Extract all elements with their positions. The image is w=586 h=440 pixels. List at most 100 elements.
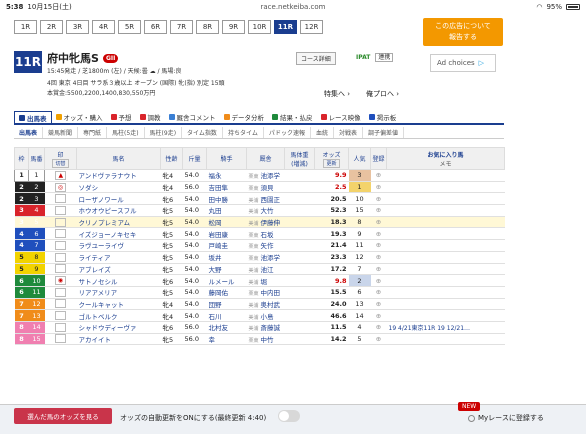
sub-nav-item[interactable]: 馬柱(5走) xyxy=(107,127,145,138)
horse-name[interactable]: アカイイト xyxy=(76,333,161,346)
race-tab-5r[interactable]: 5R xyxy=(118,20,141,34)
mark-select[interactable] xyxy=(55,299,66,309)
register-cell[interactable]: ⊕ xyxy=(370,169,387,182)
memo-cell[interactable] xyxy=(386,251,505,264)
memo-cell[interactable] xyxy=(386,298,505,311)
mark-select[interactable] xyxy=(55,322,66,332)
mark-cell[interactable]: ◉ xyxy=(44,274,77,287)
mark-select[interactable] xyxy=(55,311,66,321)
mark-select[interactable] xyxy=(55,264,66,274)
favorite-add-icon[interactable]: ⊕ xyxy=(376,230,381,238)
my-race-register[interactable]: Myレースに登録する xyxy=(468,413,544,423)
favorite-add-icon[interactable]: ⊕ xyxy=(376,218,381,226)
trainer-name[interactable]: 池江 xyxy=(261,266,274,274)
feature-link[interactable]: 特集へ › xyxy=(324,89,350,99)
main-nav-item[interactable]: レース映像 xyxy=(317,111,365,123)
horse-name[interactable]: ホウオウピースフル xyxy=(76,204,161,217)
trainer-name[interactable]: 奥村武 xyxy=(261,301,281,309)
register-cell[interactable]: ⊕ xyxy=(370,181,387,194)
register-cell[interactable]: ⊕ xyxy=(370,298,387,311)
sub-nav-item[interactable]: 出馬表 xyxy=(14,127,44,138)
mark-cell[interactable] xyxy=(44,286,77,299)
register-cell[interactable]: ⊕ xyxy=(370,333,387,346)
trainer-name[interactable]: 大竹 xyxy=(261,207,274,215)
jockey-name[interactable]: 吉田隼 xyxy=(206,181,247,194)
memo-cell[interactable] xyxy=(386,181,505,194)
memo-cell[interactable] xyxy=(386,169,505,182)
horse-name[interactable]: ソダシ xyxy=(76,181,161,194)
ad-choices[interactable]: Ad choices ▷ xyxy=(430,54,496,72)
table-row[interactable]: 4 6 イズジョーノキセキ 牝5 54.0 岩田康 栗東 石坂 19.3 9 ⊕ xyxy=(14,227,505,241)
jockey-name[interactable]: 丸田 xyxy=(206,204,247,217)
trainer-name[interactable]: 伊藤伸 xyxy=(261,219,281,227)
mark-toggle-button[interactable]: 切替 xyxy=(52,158,69,168)
table-row[interactable]: 8 14 シャドウディーヴァ 牝6 56.0 北村友 美浦 斎藤誠 11.5 4 ⊕ 19 4/21東… xyxy=(14,321,505,334)
table-row[interactable]: 3 5 クリノプレミアム 牝5 54.0 松岡 美浦 伊藤伸 18.3 8 ⊕ xyxy=(14,216,505,229)
register-cell[interactable]: ⊕ xyxy=(370,239,387,252)
table-row[interactable]: 6 11 リアアメリア 牝5 54.0 藤岡佑 栗東 中内田 15.5 6 ⊕ xyxy=(14,286,505,299)
favorite-add-icon[interactable]: ⊕ xyxy=(376,183,381,191)
register-cell[interactable]: ⊕ xyxy=(370,204,387,217)
register-cell[interactable]: ⊕ xyxy=(370,286,387,299)
header-mark[interactable]: 印切替 xyxy=(44,147,77,170)
jockey-name[interactable]: 大野 xyxy=(206,263,247,276)
mark-select[interactable] xyxy=(55,205,66,215)
memo-cell[interactable] xyxy=(386,333,505,346)
ad-report-box[interactable]: この広告について 報告する xyxy=(423,18,503,46)
memo-cell[interactable] xyxy=(386,239,505,252)
memo-cell[interactable] xyxy=(386,263,505,276)
mark-cell[interactable]: ◎ xyxy=(44,181,77,194)
favorite-add-icon[interactable]: ⊕ xyxy=(376,335,381,343)
main-nav-item[interactable]: 出馬表 xyxy=(14,111,52,123)
memo-cell[interactable] xyxy=(386,309,505,322)
main-nav-item[interactable]: オッズ・購入 xyxy=(52,111,107,123)
mark-cell[interactable] xyxy=(44,321,77,334)
favorite-add-icon[interactable]: ⊕ xyxy=(376,265,381,273)
main-nav-item[interactable]: 厩舎コメント xyxy=(165,111,220,123)
jockey-name[interactable]: 坂井 xyxy=(206,251,247,264)
trainer-name[interactable]: 須貝 xyxy=(261,184,274,192)
table-row[interactable]: 5 9 アブレイズ 牝5 54.0 大野 美浦 池江 17.2 7 ⊕ xyxy=(14,263,505,276)
sub-nav-item[interactable]: 血統 xyxy=(311,127,335,138)
register-cell[interactable]: ⊕ xyxy=(370,321,387,334)
memo-cell[interactable] xyxy=(386,274,505,287)
horse-name[interactable]: ローザノワール xyxy=(76,192,161,206)
race-tab-9r[interactable]: 9R xyxy=(222,20,245,34)
horse-name[interactable]: ゴルトベルク xyxy=(76,309,161,322)
trainer-name[interactable]: 小島 xyxy=(261,313,274,321)
favorite-add-icon[interactable]: ⊕ xyxy=(376,323,381,331)
jockey-name[interactable]: ルメール xyxy=(206,274,247,287)
favorite-add-icon[interactable]: ⊕ xyxy=(376,288,381,296)
mark-cell[interactable] xyxy=(44,333,77,346)
register-cell[interactable]: ⊕ xyxy=(370,192,387,206)
race-tab-10r[interactable]: 10R xyxy=(248,20,271,34)
main-nav-item[interactable]: 結果・払戻 xyxy=(268,111,317,123)
race-tab-12r[interactable]: 12R xyxy=(300,20,323,34)
main-nav-item[interactable]: 掲示板 xyxy=(365,111,401,123)
table-row[interactable]: 7 13 ゴルトベルク 牝4 54.0 石川 美浦 小島 46.6 14 ⊕ xyxy=(14,309,505,322)
table-row[interactable]: 2 2 ◎ ソダシ 牝4 56.0 吉田隼 栗東 須貝 2.5 1 ⊕ xyxy=(14,181,505,194)
sub-nav-item[interactable]: 対戦表 xyxy=(334,127,364,138)
mark-cell[interactable] xyxy=(44,239,77,252)
jockey-name[interactable]: 岩田康 xyxy=(206,227,247,241)
table-row[interactable]: 8 15 アカイイト 牝5 56.0 幸栗東 中竹 14.2 5 ⊕ xyxy=(14,333,505,346)
mark-select[interactable]: ▲ xyxy=(55,170,67,180)
trainer-name[interactable]: 西園正 xyxy=(261,196,281,204)
memo-cell[interactable] xyxy=(386,204,505,217)
mark-select[interactable]: ◎ xyxy=(55,182,66,192)
table-row[interactable]: 5 8 ライティア 牝5 54.0 坂井 栗東 池添学 23.3 12 ⊕ xyxy=(14,251,505,264)
register-cell[interactable]: ⊕ xyxy=(370,216,387,229)
jockey-name[interactable]: 福永 xyxy=(206,169,247,182)
horse-name[interactable]: リアアメリア xyxy=(76,286,161,299)
jockey-name[interactable]: 藤岡佑 xyxy=(206,286,247,299)
race-tab-2r[interactable]: 2R xyxy=(40,20,63,34)
memo-cell[interactable] xyxy=(386,286,505,299)
odds-refresh-button[interactable]: 更新 xyxy=(323,158,340,168)
favorite-add-icon[interactable]: ⊕ xyxy=(376,171,381,179)
mark-cell[interactable] xyxy=(44,251,77,264)
view-selected-odds-button[interactable]: 選んだ馬のオッズを見る xyxy=(14,408,112,424)
jockey-name[interactable]: 北村友 xyxy=(206,321,247,334)
mark-select[interactable] xyxy=(55,334,66,344)
favorite-add-icon[interactable]: ⊕ xyxy=(376,312,381,320)
mark-cell[interactable] xyxy=(44,263,77,276)
